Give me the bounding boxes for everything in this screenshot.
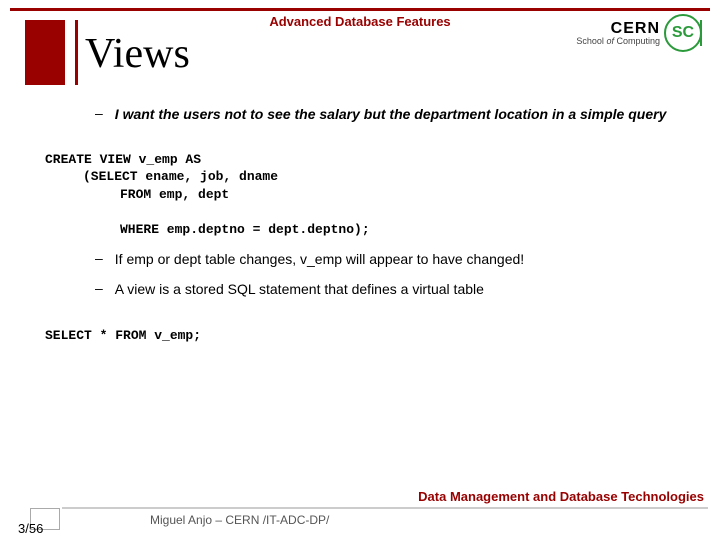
- slide-body: – I want the users not to see the salary…: [45, 105, 700, 357]
- title-accent-line: [75, 20, 78, 85]
- code-line: WHERE emp.deptno = dept.deptno);: [45, 222, 370, 237]
- code-line: SELECT * FROM v_emp;: [45, 328, 201, 343]
- cern-logo: CERN School of Computing SC: [576, 14, 702, 52]
- title-accent-block: [25, 20, 65, 85]
- logo-cern-word: CERN: [576, 21, 660, 37]
- dash-icon: –: [95, 105, 103, 121]
- bullet-text: A view is a stored SQL statement that de…: [115, 280, 484, 300]
- code-line: CREATE VIEW v_emp AS: [45, 152, 201, 167]
- bullet-text: I want the users not to see the salary b…: [115, 105, 667, 123]
- logo-text: CERN School of Computing: [576, 21, 660, 46]
- sql-code-block: CREATE VIEW v_emp AS (SELECT ename, job,…: [45, 133, 700, 238]
- bullet-item: – I want the users not to see the salary…: [45, 105, 700, 123]
- code-line: FROM emp, dept: [45, 187, 229, 202]
- footer-track: Data Management and Database Technologie…: [418, 489, 704, 504]
- bullet-item: – If emp or dept table changes, v_emp wi…: [45, 250, 700, 270]
- page-number: 3/56: [18, 521, 43, 536]
- code-line: (SELECT ename, job, dname: [45, 169, 278, 184]
- slide-title: Views: [85, 30, 190, 78]
- logo-subtitle: School of Computing: [576, 37, 660, 46]
- footer-rule: [62, 507, 708, 509]
- dash-icon: –: [95, 280, 103, 296]
- header-rule: [10, 8, 710, 11]
- bullet-text: If emp or dept table changes, v_emp will…: [115, 250, 524, 270]
- sql-code-block: SELECT * FROM v_emp;: [45, 310, 700, 345]
- slide-footer: 3/56 Miguel Anjo – CERN /IT-ADC-DP/ Data…: [0, 490, 720, 530]
- dash-icon: –: [95, 250, 103, 266]
- bullet-item: – A view is a stored SQL statement that …: [45, 280, 700, 300]
- logo-circle-icon: SC: [664, 14, 702, 52]
- footer-author: Miguel Anjo – CERN /IT-ADC-DP/: [150, 513, 329, 527]
